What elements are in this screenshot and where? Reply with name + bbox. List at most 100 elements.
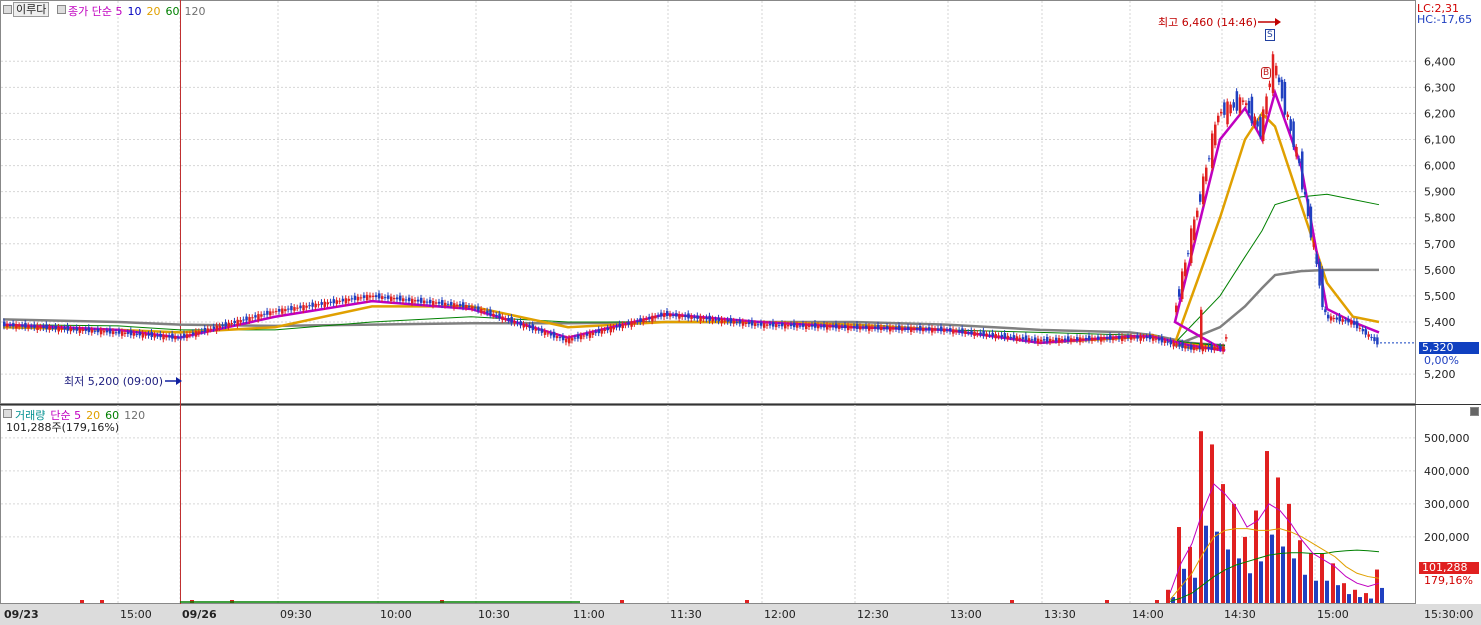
volume-bar	[1309, 553, 1313, 603]
time-tick-label: 14:00	[1132, 608, 1164, 621]
candle-body	[341, 298, 345, 302]
candle-body	[1178, 343, 1181, 347]
candle-body	[729, 318, 733, 324]
volume-tick-label: 500,000	[1424, 432, 1470, 445]
candle-body	[338, 300, 342, 302]
candle-body	[796, 324, 799, 328]
candle-body	[621, 324, 624, 329]
candle-body	[1353, 320, 1356, 325]
candle-body	[1312, 242, 1316, 247]
stock-name-button[interactable]: 이루다	[13, 2, 50, 17]
candle-body	[1229, 104, 1232, 114]
candle-body	[1211, 133, 1214, 169]
volume-bar	[1226, 549, 1230, 603]
time-tick-label: 13:30	[1044, 608, 1076, 621]
candle-body	[1003, 333, 1007, 339]
volume-bar	[1254, 510, 1258, 603]
candle-body	[260, 314, 263, 317]
candle-body	[991, 332, 994, 337]
price-legend-item[interactable]: 20	[146, 5, 160, 18]
candle-body	[1235, 91, 1239, 111]
candle-body	[943, 328, 946, 332]
price-legend-item[interactable]: 120	[184, 5, 205, 18]
candle-body	[1250, 96, 1254, 124]
candle-body	[1376, 337, 1379, 345]
candle-body	[1009, 336, 1013, 338]
candle-body	[165, 336, 168, 338]
candle-body	[612, 327, 616, 330]
candle-body	[1172, 342, 1175, 347]
candle-body	[952, 329, 955, 334]
candle-body	[1118, 335, 1121, 339]
panel-close-icon[interactable]	[1470, 407, 1479, 416]
volume-bar	[1265, 451, 1269, 603]
candle-body	[958, 330, 961, 333]
candle-body	[600, 329, 604, 334]
candle-body	[555, 336, 559, 339]
candle-body	[699, 316, 702, 322]
candle-body	[678, 314, 681, 319]
candle-body	[299, 305, 302, 309]
high-annotation: 최고 6,460 (14:46)	[1158, 16, 1258, 29]
candle-body	[1277, 77, 1281, 83]
buy-marker[interactable]: B	[1261, 67, 1272, 79]
candle-body	[654, 316, 657, 319]
volume-legend-item[interactable]: 120	[124, 409, 145, 422]
candle-body	[582, 335, 586, 337]
candle-body	[1036, 338, 1040, 344]
candle-body	[982, 330, 985, 336]
candle-body	[1015, 336, 1019, 341]
candle-body	[390, 296, 393, 301]
candle-body	[651, 315, 654, 322]
price-tick-label: 5,400	[1424, 316, 1456, 329]
candle-body	[168, 335, 171, 338]
candle-body	[329, 301, 333, 303]
candle-body	[1247, 100, 1251, 114]
candle-body	[898, 325, 901, 331]
legend-toggle-box[interactable]	[3, 5, 12, 14]
volume-bar	[1237, 558, 1241, 603]
candle-body	[624, 324, 627, 326]
candle-body	[642, 318, 645, 323]
volume-bar	[1105, 600, 1109, 603]
candle-body	[874, 326, 877, 329]
candle-body	[940, 326, 943, 332]
price-legend-item[interactable]: 60	[165, 5, 179, 18]
time-tick-label: 11:30	[670, 608, 702, 621]
time-tick-label: 15:00	[1317, 608, 1349, 621]
price-tick-label: 6,200	[1424, 107, 1456, 120]
candle-body	[441, 300, 444, 306]
candle-body	[239, 320, 242, 323]
sell-marker[interactable]: S	[1265, 29, 1275, 41]
candle-body	[1094, 338, 1097, 340]
candle-body	[844, 324, 847, 329]
candle-body	[99, 329, 103, 335]
candle-body	[320, 302, 323, 305]
volume-bar	[1358, 597, 1362, 603]
price-legend-item[interactable]: 10	[127, 5, 141, 18]
volume-bar	[1215, 531, 1219, 603]
candle-body	[356, 296, 360, 301]
candle-body	[1082, 338, 1085, 341]
ma-toggle-box[interactable]	[57, 5, 66, 14]
volume-bar	[80, 600, 84, 603]
candle-body	[200, 330, 204, 332]
volume-bar	[1292, 558, 1296, 603]
candle-body	[744, 322, 748, 324]
candle-body	[495, 314, 498, 316]
volume-toggle-box[interactable]	[3, 409, 12, 418]
volume-bar	[1166, 589, 1170, 603]
current-price-tag: 5,320	[1419, 342, 1479, 354]
candle-body	[669, 313, 672, 317]
candle-body	[272, 311, 275, 313]
candle-body	[405, 299, 408, 301]
candle-body	[317, 304, 320, 306]
candle-body	[537, 329, 541, 331]
candle-body	[93, 330, 97, 332]
candle-body	[979, 332, 982, 335]
time-tick-label: 11:00	[573, 608, 605, 621]
candle-body	[805, 324, 808, 329]
candle-body	[850, 326, 853, 329]
price-legend-item[interactable]: 종가 단순 5	[68, 5, 122, 18]
candle-body	[42, 326, 45, 329]
